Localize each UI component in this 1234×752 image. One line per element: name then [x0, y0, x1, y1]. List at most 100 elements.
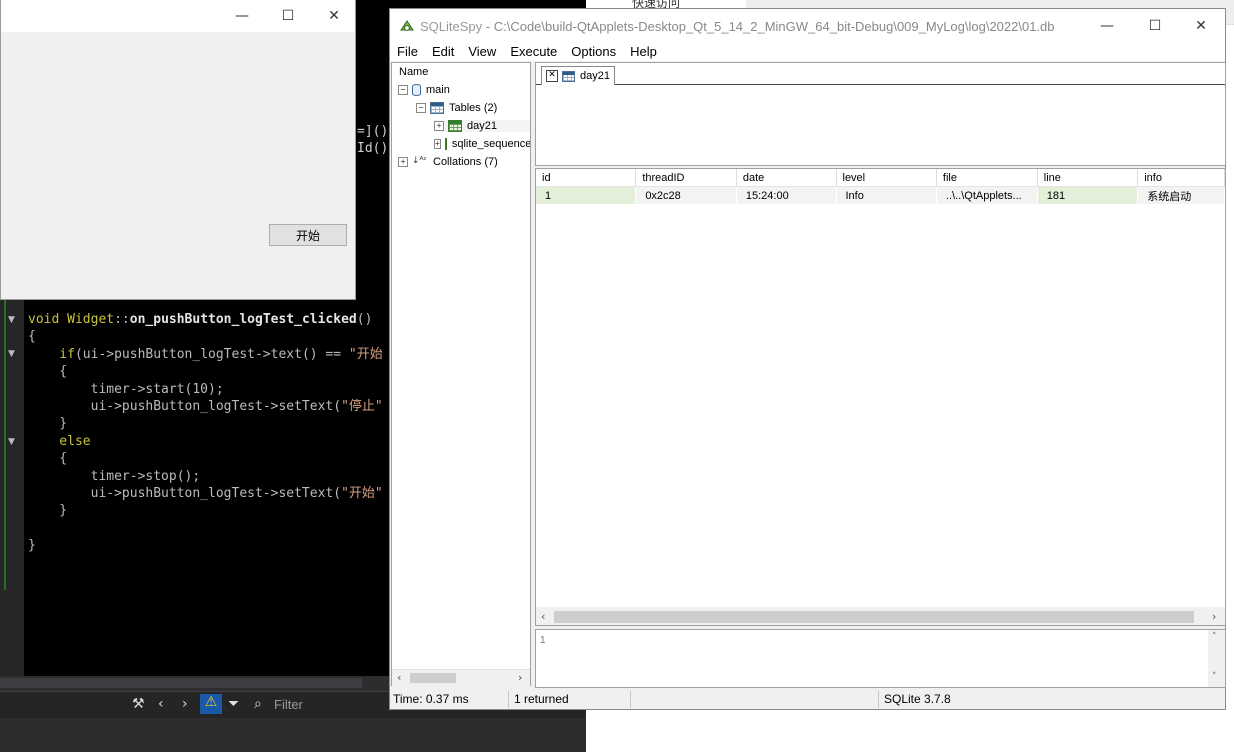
column-header[interactable]: level: [836, 169, 937, 187]
code-line[interactable]: {: [28, 328, 383, 345]
menu-view[interactable]: View: [461, 43, 503, 61]
scroll-right-icon[interactable]: ›: [1212, 610, 1216, 623]
close-button[interactable]: ✕: [311, 0, 357, 32]
minimize-button[interactable]: —: [1084, 10, 1130, 42]
schema-tree[interactable]: Name − main − Tables (2) + day21 + sqlit…: [391, 62, 531, 686]
tree-node-sqlite-sequence[interactable]: + sqlite_sequence: [434, 138, 530, 150]
menu-help[interactable]: Help: [623, 43, 664, 61]
column-header[interactable]: info: [1137, 169, 1225, 187]
maximize-button[interactable]: ☐: [1132, 10, 1178, 42]
horizontal-scrollbar[interactable]: [0, 678, 362, 688]
maximize-button[interactable]: ☐: [265, 0, 311, 32]
sqlitespy-title-bar[interactable]: SQLiteSpy - C:\Code\build-QtApplets-Desk…: [390, 9, 1225, 43]
window-title: SQLiteSpy - C:\Code\build-QtApplets-Desk…: [420, 19, 1055, 34]
code-line[interactable]: }: [28, 537, 383, 554]
expand-icon[interactable]: +: [434, 139, 441, 149]
code-line[interactable]: [28, 520, 383, 537]
minimize-button[interactable]: —: [219, 0, 265, 32]
table-icon: [444, 138, 447, 150]
code-token: {: [28, 451, 68, 467]
tree-header[interactable]: Name: [392, 63, 530, 81]
status-separator: [878, 691, 879, 708]
code-token: (ui->pushButton_logTest->text() ==: [74, 346, 349, 362]
database-icon: [412, 84, 421, 96]
status-separator: [508, 691, 509, 708]
code-line[interactable]: ui->pushButton_logTest->setText("开始": [28, 485, 383, 502]
code-token: ::: [114, 312, 130, 327]
grid-cell[interactable]: 系统启动: [1137, 186, 1225, 204]
code-line[interactable]: }: [28, 415, 383, 432]
close-tab-icon[interactable]: ✕: [546, 70, 558, 82]
tree-node-tables[interactable]: − Tables (2): [416, 102, 497, 114]
collapse-icon[interactable]: −: [398, 85, 408, 95]
warning-icon[interactable]: ⚠: [200, 694, 222, 714]
tree-node-collations[interactable]: + ↓ᴬᶻ Collations (7): [398, 156, 498, 168]
tree-node-main[interactable]: − main: [398, 84, 450, 96]
menu-bar: File Edit View Execute Options Help: [390, 43, 1225, 61]
column-header[interactable]: id: [536, 169, 637, 187]
filter-input[interactable]: Filter: [274, 697, 303, 712]
expand-icon[interactable]: +: [434, 121, 444, 131]
scroll-right-icon[interactable]: ›: [518, 671, 522, 684]
fold-arrow-icon[interactable]: ▼: [8, 437, 15, 447]
sql-editor-pane[interactable]: ✕ day21: [535, 62, 1226, 166]
grid-cell[interactable]: 15:24:00: [736, 186, 837, 204]
code-line[interactable]: ui->pushButton_logTest->setText("停止": [28, 398, 383, 415]
table-row[interactable]: 1 0x2c28 15:24:00 Info ..\..\QtApplets..…: [536, 186, 1225, 204]
sqlitespy-window: SQLiteSpy - C:\Code\build-QtApplets-Desk…: [389, 8, 1226, 710]
widget-title-bar[interactable]: — ☐ ✕: [1, 0, 355, 32]
table-icon: [562, 70, 575, 82]
collapse-icon[interactable]: −: [416, 103, 426, 113]
code-line[interactable]: void Widget::on_pushButton_logTest_click…: [28, 311, 383, 328]
scroll-up-icon[interactable]: ˄: [1212, 632, 1217, 642]
code-token: }: [28, 416, 68, 432]
code-line[interactable]: {: [28, 363, 383, 380]
column-header[interactable]: threadID: [635, 169, 737, 187]
grid-cell[interactable]: 0x2c28: [635, 186, 737, 204]
scroll-down-icon[interactable]: ˅: [1212, 672, 1217, 682]
scroll-thumb[interactable]: [554, 611, 1194, 623]
code-token: "开始: [348, 346, 383, 362]
expand-icon[interactable]: +: [398, 157, 408, 167]
code-line[interactable]: if(ui->pushButton_logTest->text() == "开始: [28, 346, 383, 363]
fold-arrow-icon[interactable]: ▼: [8, 315, 15, 325]
tree-node-day21[interactable]: + day21: [434, 120, 530, 132]
chevron-left-icon[interactable]: ‹: [158, 696, 164, 712]
grid-cell[interactable]: 1: [536, 186, 637, 204]
menu-edit[interactable]: Edit: [425, 43, 461, 61]
vertical-scrollbar[interactable]: ˄ ˅: [1208, 630, 1225, 687]
message-pane[interactable]: 1 ˄ ˅: [535, 629, 1226, 688]
close-button[interactable]: ✕: [1178, 10, 1224, 42]
menu-options[interactable]: Options: [564, 43, 623, 61]
start-button[interactable]: 开始: [269, 224, 347, 246]
code-line[interactable]: {: [28, 450, 383, 467]
code-token: ui->pushButton_logTest->setText(: [28, 485, 342, 501]
chevron-right-icon[interactable]: ›: [182, 696, 188, 712]
grid-horizontal-scrollbar[interactable]: ‹ ›: [536, 607, 1225, 625]
scroll-thumb[interactable]: [410, 673, 456, 683]
code-line[interactable]: }: [28, 502, 383, 519]
widget-window: — ☐ ✕ 开始: [0, 0, 356, 300]
code-line[interactable]: timer->stop();: [28, 468, 383, 485]
menu-file[interactable]: File: [390, 43, 425, 61]
query-tab-day21[interactable]: ✕ day21: [541, 66, 615, 85]
tree-horizontal-scrollbar[interactable]: ‹ ›: [392, 669, 530, 686]
scroll-left-icon[interactable]: ‹: [397, 671, 401, 684]
result-grid[interactable]: id threadID date level file line info 1 …: [535, 168, 1226, 626]
code-line[interactable]: else: [28, 433, 383, 450]
fold-arrow-icon[interactable]: ▼: [8, 349, 15, 359]
build-icon[interactable]: ⚒: [132, 696, 145, 712]
code-line[interactable]: timer->start(10);: [28, 381, 383, 398]
scroll-left-icon[interactable]: ‹: [541, 610, 545, 623]
filter-icon[interactable]: ⏷: [228, 696, 239, 712]
column-header[interactable]: file: [936, 169, 1038, 187]
grid-cell[interactable]: ..\..\QtApplets...: [936, 186, 1038, 204]
status-separator: [630, 691, 631, 708]
code-text[interactable]: void Widget::on_pushButton_logTest_click…: [28, 311, 383, 554]
column-header[interactable]: date: [736, 169, 837, 187]
grid-cell[interactable]: 181: [1037, 186, 1139, 204]
column-header[interactable]: line: [1037, 169, 1139, 187]
grid-cell[interactable]: Info: [836, 186, 937, 204]
code-token: ui->pushButton_logTest->setText(: [28, 398, 342, 414]
menu-execute[interactable]: Execute: [503, 43, 564, 61]
